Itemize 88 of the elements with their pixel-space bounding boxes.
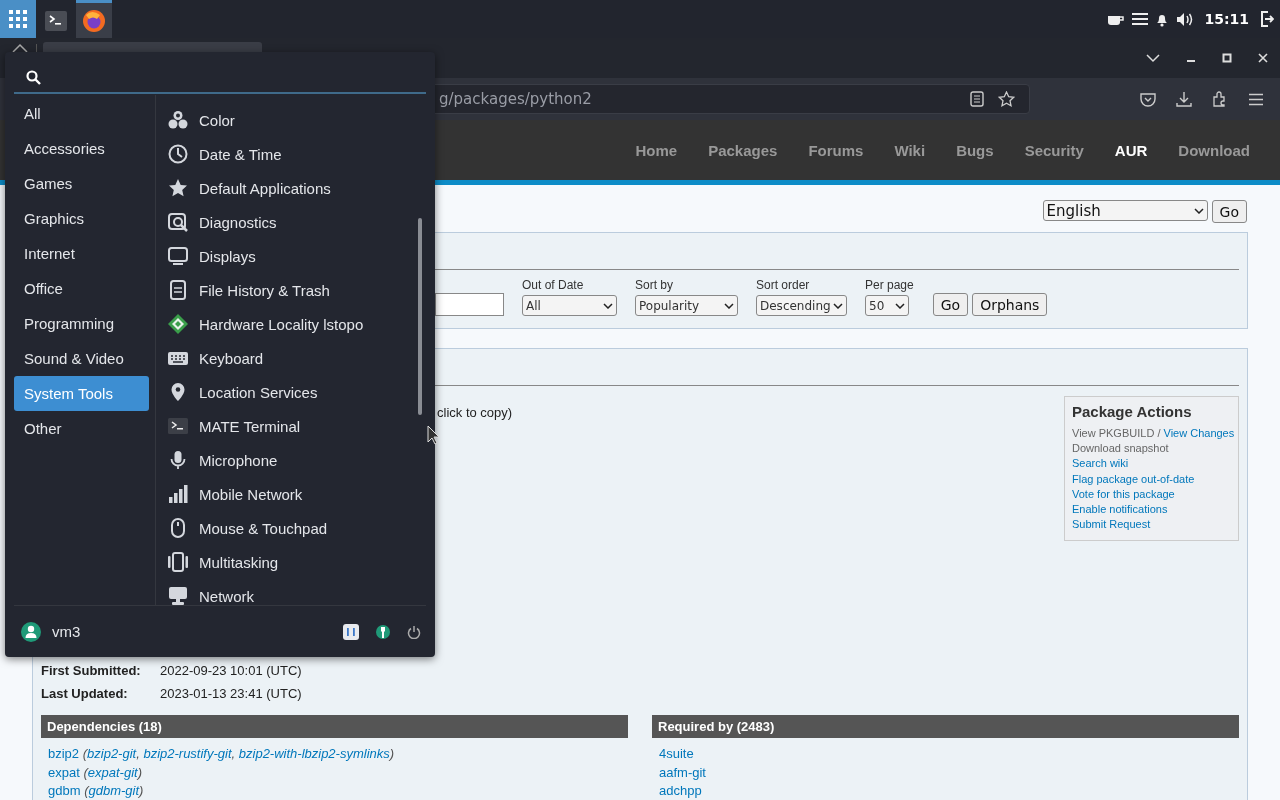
action-link[interactable]: Enable notifications bbox=[1072, 503, 1168, 515]
category-item[interactable]: Internet bbox=[14, 236, 149, 271]
section-header: Required by (2483) bbox=[652, 715, 1239, 739]
dependency-item: bzip2 (bzip2-git, bzip2-rustify-git, bzip2-with-lbzip2-symlinks) bbox=[48, 745, 396, 764]
action-link[interactable]: View Changes bbox=[1163, 427, 1235, 439]
category-item[interactable]: Sound & Video bbox=[14, 341, 149, 376]
package-link[interactable]: bzip2-rustify-git bbox=[143, 746, 232, 762]
filter-select[interactable]: Popularity bbox=[635, 295, 738, 316]
app-item[interactable]: Microphone bbox=[156, 443, 435, 477]
app-item[interactable]: Mobile Network bbox=[156, 477, 435, 511]
action-link[interactable]: Flag package out-of-date bbox=[1072, 472, 1195, 485]
category-item[interactable]: Other bbox=[14, 411, 149, 446]
form-button[interactable]: Orphans bbox=[972, 293, 1048, 316]
category-item[interactable]: Graphics bbox=[14, 201, 149, 236]
category-item[interactable]: System Tools bbox=[14, 376, 149, 411]
nav-link[interactable]: Wiki bbox=[894, 141, 926, 159]
app-item[interactable]: Multitasking bbox=[156, 545, 435, 579]
section-header: Dependencies (18) bbox=[41, 715, 628, 739]
info-value: 2022-09-23 10:01 (UTC) bbox=[160, 663, 303, 679]
filter-label: Sort order bbox=[756, 278, 811, 292]
go-button[interactable]: Go bbox=[1211, 200, 1247, 223]
category-item[interactable]: Games bbox=[14, 166, 149, 201]
filter-select[interactable]: 50 bbox=[865, 295, 909, 316]
action-link[interactable]: Search wiki bbox=[1072, 457, 1129, 470]
app-item[interactable]: Hardware Locality lstopo bbox=[156, 307, 435, 341]
app-label: Date & Time bbox=[199, 145, 282, 163]
clock-text[interactable]: 15:11 bbox=[1204, 11, 1249, 27]
app-label: Multitasking bbox=[199, 553, 279, 571]
app-label: Hardware Locality lstopo bbox=[199, 315, 364, 333]
nav-link[interactable]: Forums bbox=[808, 141, 864, 159]
app-label: Mobile Network bbox=[199, 485, 303, 503]
actions-title: Package Actions bbox=[1072, 403, 1193, 420]
nav-link[interactable]: Bugs bbox=[956, 141, 994, 159]
info-value: 2023-01-13 23:41 (UTC) bbox=[160, 686, 303, 702]
action-link[interactable]: Vote for this package bbox=[1072, 487, 1175, 500]
app-label: Microphone bbox=[199, 451, 278, 469]
category-item[interactable]: Programming bbox=[14, 306, 149, 341]
app-label: MATE Terminal bbox=[199, 417, 301, 435]
package-link[interactable]: aafm-git bbox=[659, 764, 706, 780]
dependency-item: expat (expat-git) bbox=[48, 763, 143, 782]
nav-link[interactable]: Home bbox=[635, 141, 678, 159]
filter-label: Per page bbox=[865, 278, 914, 292]
app-item[interactable]: Location Services bbox=[156, 375, 435, 409]
package-link[interactable]: bzip2 bbox=[48, 746, 80, 762]
dependency-item: gdbm (gdbm-git) bbox=[48, 782, 145, 800]
package-link[interactable]: bzip2-with-lbzip2-symlinks bbox=[238, 746, 390, 762]
app-label: Displays bbox=[199, 247, 256, 265]
nav-link[interactable]: Download bbox=[1178, 141, 1250, 159]
app-item[interactable]: Keyboard bbox=[156, 341, 435, 375]
filter-select[interactable]: Descending bbox=[756, 295, 847, 316]
app-label: Diagnostics bbox=[199, 213, 277, 231]
action-item: Download snapshot bbox=[1072, 441, 1170, 457]
nav-link[interactable]: AUR bbox=[1114, 141, 1148, 159]
filter-label: Sort by bbox=[635, 278, 674, 292]
app-label: Color bbox=[199, 111, 235, 129]
app-item[interactable]: Mouse & Touchpad bbox=[156, 511, 435, 545]
package-link[interactable]: expat bbox=[48, 764, 80, 780]
filter-select[interactable]: All bbox=[522, 295, 617, 316]
app-item[interactable]: Network bbox=[156, 579, 435, 605]
copy-hint: click to copy) bbox=[437, 405, 513, 420]
package-link[interactable]: bzip2-git bbox=[87, 746, 137, 762]
app-item[interactable]: Date & Time bbox=[156, 137, 435, 171]
package-link[interactable]: adchpp bbox=[659, 783, 702, 799]
app-label: Keyboard bbox=[199, 349, 264, 367]
info-label: First Submitted: bbox=[41, 663, 142, 679]
form-button[interactable]: Go bbox=[932, 293, 969, 316]
action-link[interactable]: Submit Request bbox=[1072, 518, 1151, 531]
nav-link[interactable]: Security bbox=[1024, 141, 1084, 159]
info-label: Last Updated: bbox=[41, 686, 129, 702]
package-link[interactable]: gdbm bbox=[48, 783, 81, 799]
package-link[interactable]: gdbm-git bbox=[88, 783, 140, 799]
user-name: vm3 bbox=[52, 623, 82, 640]
category-item[interactable]: Accessories bbox=[14, 131, 149, 166]
app-label: Default Applications bbox=[199, 179, 331, 197]
package-link[interactable]: 4suite bbox=[659, 746, 694, 762]
app-item[interactable]: Default Applications bbox=[156, 171, 435, 205]
category-item[interactable]: Office bbox=[14, 271, 149, 306]
app-item[interactable]: Diagnostics bbox=[156, 205, 435, 239]
language-select[interactable]: English bbox=[1042, 200, 1208, 221]
app-label: Location Services bbox=[199, 383, 318, 401]
nav-link[interactable]: Packages bbox=[708, 141, 778, 159]
app-label: File History & Trash bbox=[199, 281, 330, 299]
app-item[interactable]: File History & Trash bbox=[156, 273, 435, 307]
package-link[interactable]: expat-git bbox=[87, 764, 138, 780]
app-item[interactable]: Displays bbox=[156, 239, 435, 273]
app-label: Network bbox=[199, 587, 254, 605]
filter-label: Out of Date bbox=[522, 278, 585, 292]
app-label: Mouse & Touchpad bbox=[199, 519, 328, 537]
